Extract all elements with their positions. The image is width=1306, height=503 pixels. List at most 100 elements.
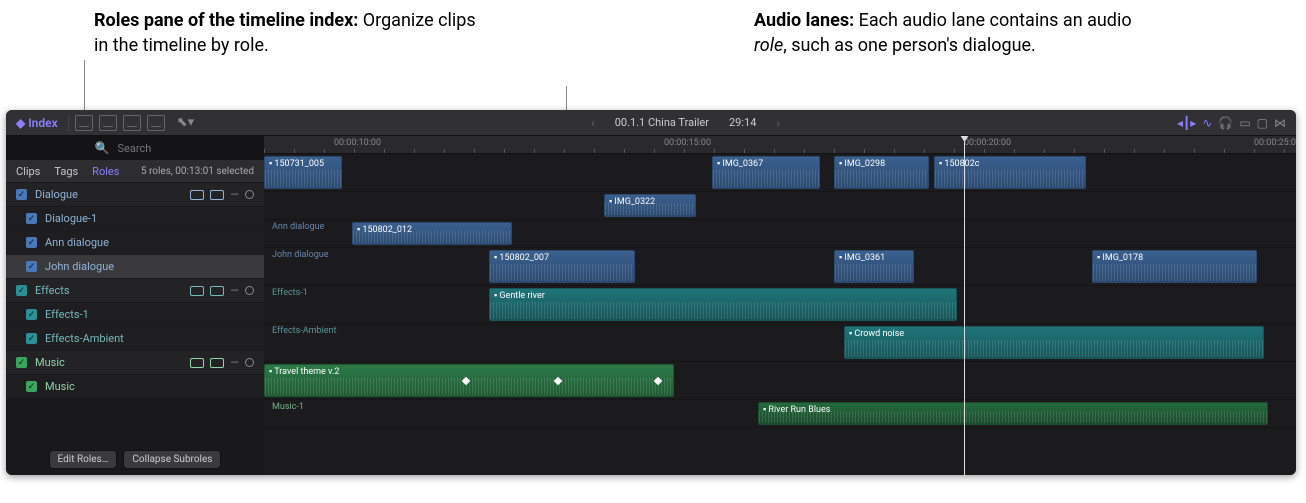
roles-status: 5 roles, 00:13:01 selected bbox=[141, 166, 254, 177]
role-label: Effects-Ambient bbox=[45, 332, 124, 345]
layout-icon-3[interactable] bbox=[123, 115, 141, 131]
monitor-icon[interactable]: ▢ bbox=[1257, 116, 1268, 130]
ruler-mark: 00:00:15:00 bbox=[664, 138, 711, 148]
next-button[interactable]: › bbox=[776, 116, 780, 130]
role-row[interactable]: ✓ Effects-1 bbox=[6, 302, 264, 326]
focus-toggle-icon[interactable] bbox=[210, 190, 224, 200]
roles-list: ✓Dialogue—✓Dialogue-1✓Ann dialogue✓John … bbox=[6, 182, 264, 444]
search-field[interactable]: 🔍 bbox=[6, 136, 264, 160]
clip[interactable]: ▪ IMG_0361 bbox=[834, 250, 914, 283]
clip[interactable]: ▪ IMG_0367 bbox=[712, 156, 820, 189]
role-checkbox[interactable]: ✓ bbox=[16, 357, 27, 368]
role-checkbox[interactable]: ✓ bbox=[26, 381, 37, 392]
waveform bbox=[835, 170, 928, 187]
role-checkbox[interactable]: ✓ bbox=[26, 237, 37, 248]
lane-toggle-icon[interactable] bbox=[190, 286, 204, 296]
solo-icon[interactable] bbox=[245, 358, 254, 367]
role-row[interactable]: ✓Music bbox=[6, 374, 264, 398]
role-row[interactable]: ✓Effects— bbox=[6, 278, 264, 302]
loop-icon[interactable]: ⋈ bbox=[1274, 116, 1286, 130]
role-label: Dialogue bbox=[35, 188, 78, 201]
clip[interactable]: ▪ Gentle river bbox=[489, 288, 957, 321]
waveform bbox=[265, 170, 341, 187]
clip-label: ▪ IMG_0361 bbox=[839, 253, 885, 263]
lane-label: Music-1 bbox=[272, 402, 304, 412]
ruler-mark: 00:00:20:00 bbox=[964, 138, 1011, 148]
solo-icon[interactable] bbox=[245, 190, 254, 199]
snap-icon[interactable]: ▭ bbox=[1239, 116, 1250, 130]
role-row[interactable]: ✓John dialogue bbox=[6, 254, 264, 278]
callout-roles-pane: Roles pane of the timeline index: Organi… bbox=[94, 8, 494, 110]
audio-lane: Ann dialogue▪ 150802_012 bbox=[264, 220, 1296, 248]
lane-toggle-icon[interactable] bbox=[190, 358, 204, 368]
audio-lane: Effects-1▪ Gentle river bbox=[264, 286, 1296, 324]
audio-skim-icon[interactable]: ∿ bbox=[1202, 116, 1212, 130]
headphones-icon[interactable]: 🎧 bbox=[1218, 116, 1233, 130]
clip[interactable]: ▪ 150802c bbox=[934, 156, 1086, 189]
focus-toggle-icon[interactable] bbox=[210, 358, 224, 368]
ruler-mark: 00:00:10:00 bbox=[334, 138, 381, 148]
layout-icon-2[interactable] bbox=[99, 115, 117, 131]
role-checkbox[interactable]: ✓ bbox=[26, 213, 37, 224]
tab-clips[interactable]: Clips bbox=[16, 165, 40, 178]
index-tabs: Clips Tags Roles 5 roles, 00:13:01 selec… bbox=[6, 160, 264, 182]
audio-lane: ▪ Travel theme v.2 bbox=[264, 362, 1296, 400]
layout-icon-4[interactable] bbox=[147, 115, 165, 131]
clip-label: ▪ IMG_0367 bbox=[717, 159, 763, 169]
role-checkbox[interactable]: ✓ bbox=[26, 333, 37, 344]
focus-toggle-icon[interactable] bbox=[210, 286, 224, 296]
time-ruler[interactable]: 00:00:10:0000:00:15:0000:00:20:0000:00:2… bbox=[264, 136, 1296, 154]
solo-icon[interactable] bbox=[245, 286, 254, 295]
role-row[interactable]: ✓Music— bbox=[6, 350, 264, 374]
clip[interactable]: ▪ 150731_005 bbox=[264, 156, 342, 189]
role-row[interactable]: ✓Dialogue— bbox=[6, 182, 264, 206]
waveform bbox=[490, 302, 956, 319]
clip[interactable]: ▪ 150802_012 bbox=[352, 222, 512, 245]
role-row[interactable]: ✓ Ann dialogue bbox=[6, 230, 264, 254]
role-row[interactable]: ✓ Dialogue-1 bbox=[6, 206, 264, 230]
tool-select-icon[interactable]: ⬉▾ bbox=[171, 115, 194, 130]
lane-label: Effects-Ambient bbox=[272, 326, 336, 336]
edit-roles-button[interactable]: Edit Roles… bbox=[49, 450, 118, 469]
timeline[interactable]: 00:00:10:0000:00:15:0000:00:20:0000:00:2… bbox=[264, 136, 1296, 475]
clip[interactable]: ▪ IMG_0298 bbox=[834, 156, 929, 189]
audio-lane: Music-1 ▪ River Run Blues bbox=[264, 400, 1296, 428]
clip[interactable]: ▪ IMG_0178 bbox=[1092, 250, 1257, 283]
role-label: Effects-1 bbox=[45, 308, 89, 321]
waveform bbox=[835, 264, 913, 281]
audio-lane: ▪ IMG_0322 bbox=[264, 192, 1296, 220]
tab-roles[interactable]: Roles bbox=[92, 165, 119, 178]
clip[interactable]: ▪ 150802_007 bbox=[489, 250, 635, 283]
tab-tags[interactable]: Tags bbox=[54, 165, 78, 178]
waveform bbox=[1093, 264, 1256, 281]
callout-audio-lanes: Audio lanes: Each audio lane contains an… bbox=[754, 8, 1154, 110]
role-label: Dialogue-1 bbox=[45, 212, 97, 225]
clip[interactable]: ▪ Travel theme v.2 bbox=[264, 364, 674, 397]
collapse-subroles-button[interactable]: Collapse Subroles bbox=[123, 450, 221, 469]
skimmer-icon[interactable]: ◂┃▸ bbox=[1177, 116, 1196, 130]
clip[interactable]: ▪ River Run Blues bbox=[758, 402, 1268, 425]
role-row[interactable]: ✓ Effects-Ambient bbox=[6, 326, 264, 350]
role-label: Ann dialogue bbox=[45, 236, 109, 249]
clip[interactable]: ▪ IMG_0322 bbox=[604, 194, 696, 217]
search-input[interactable] bbox=[115, 141, 175, 156]
waveform bbox=[845, 340, 1263, 357]
prev-button[interactable]: ‹ bbox=[591, 116, 595, 130]
clip-label: ▪ Gentle river bbox=[494, 291, 545, 301]
audio-lane: John dialogue ▪ 150802_007 ▪ IMG_0361 ▪ IMG… bbox=[264, 248, 1296, 286]
role-checkbox[interactable]: ✓ bbox=[26, 309, 37, 320]
playhead[interactable] bbox=[964, 136, 965, 475]
role-checkbox[interactable]: ✓ bbox=[16, 189, 27, 200]
tracks-area: ▪ 150731_005▪ IMG_0367▪ IMG_0298▪ 150802… bbox=[264, 154, 1296, 428]
clip-label: ▪ Crowd noise bbox=[849, 329, 904, 339]
index-toggle[interactable]: ◆ Index bbox=[6, 116, 68, 130]
role-checkbox[interactable]: ✓ bbox=[16, 285, 27, 296]
lane-toggle-icon[interactable] bbox=[190, 190, 204, 200]
waveform bbox=[490, 264, 634, 281]
layout-icon-1[interactable] bbox=[75, 115, 93, 131]
clip[interactable]: ▪ Crowd noise bbox=[844, 326, 1264, 359]
lane-label: John dialogue bbox=[272, 250, 329, 260]
clip-label: ▪ 150731_005 bbox=[269, 159, 324, 169]
role-checkbox[interactable]: ✓ bbox=[26, 261, 37, 272]
audio-lane: ▪ 150731_005 ▪ IMG_0367 ▪ IMG_0298▪ 150802… bbox=[264, 154, 1296, 192]
